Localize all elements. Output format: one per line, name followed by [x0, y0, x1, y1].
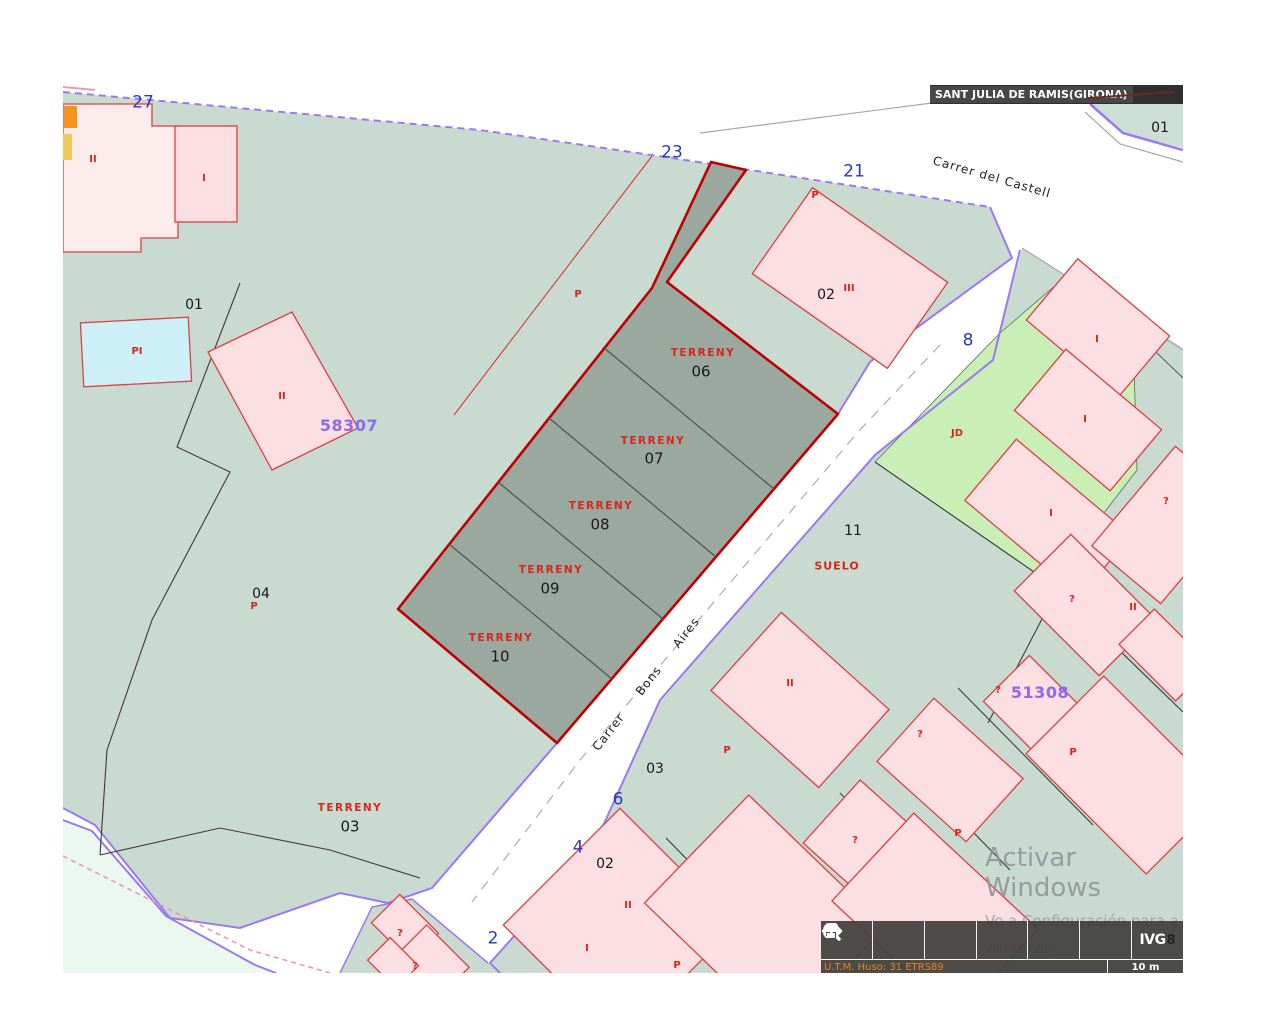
map-toolbar: PIVG8 — [821, 921, 1183, 959]
map-label: ? — [1069, 595, 1075, 605]
scale-bar: 10 m — [1107, 960, 1183, 973]
street-number-27: 27 — [132, 95, 154, 112]
map-label: II — [89, 155, 96, 165]
terreny-number-09: 09 — [540, 582, 559, 597]
municipality-header-bar: SANT JULIA DE RAMIS(GIRONA) — [930, 85, 1183, 104]
street-number-23: 23 — [661, 145, 683, 162]
map-label: JD — [951, 429, 963, 439]
map-label: II — [786, 679, 793, 689]
map-label: I — [585, 944, 589, 954]
map-label: II — [1129, 603, 1136, 613]
map-label: I — [1049, 509, 1053, 519]
terreny-label-10: TERRENY — [469, 633, 534, 644]
map-label: P — [250, 602, 257, 612]
parcel-number-02-bottom: 02 — [596, 857, 614, 871]
terreny-label-07: TERRENY — [621, 436, 686, 447]
zoom-search-button[interactable] — [873, 921, 925, 959]
map-label: I — [1095, 335, 1099, 345]
street-number-6: 6 — [613, 792, 624, 809]
map-label: ? — [397, 929, 403, 939]
map-label: P — [811, 191, 818, 201]
street-name-carrer-del-castell: Carrer del Castell — [932, 154, 1053, 199]
terreny-number-08: 08 — [590, 518, 609, 533]
terreny-number-06: 06 — [691, 365, 710, 380]
parcel-number-02-top: 02 — [817, 288, 835, 302]
map-status-bar: U.T.M. Huso: 31 ETRS89 10 m — [821, 959, 1183, 973]
map-label: II — [624, 901, 631, 911]
map-label: I — [202, 174, 206, 184]
street-number-21: 21 — [843, 164, 865, 181]
parcel-number-11: 11 — [844, 524, 862, 538]
map-label: P — [954, 829, 961, 839]
ivg-badge: 8 — [1167, 933, 1176, 948]
map-label: P — [673, 961, 680, 971]
map-label: P — [574, 290, 581, 300]
terreny-number-07: 07 — [644, 452, 663, 467]
terreny-label-03: TERRENY — [318, 803, 383, 814]
map-labels-layer: 27 23 21 8 6 4 2 58307 51308 TERRENY 06 TERRENY 07 TE… — [63, 85, 1183, 973]
map-viewport[interactable]: 27 23 21 8 6 4 2 58307 51308 TERRENY 06 TERRENY 07 TE… — [63, 85, 1183, 973]
map-label: P — [723, 746, 730, 756]
terreny-label-09: TERRENY — [519, 565, 584, 576]
ivg-button[interactable]: IVG8 — [1132, 921, 1183, 959]
map-label: PI — [131, 347, 142, 357]
scale-value: 10 m — [1132, 962, 1160, 973]
layers-button[interactable] — [925, 921, 977, 959]
terreny-number-03: 03 — [340, 820, 359, 835]
utm-projection-label: U.T.M. Huso: 31 ETRS89 — [824, 962, 1107, 973]
street-name-carrer-bons-aires: Carrer Bons Aires — [590, 615, 701, 753]
map-label: ? — [1163, 497, 1169, 507]
print-button[interactable] — [1028, 921, 1080, 959]
street-view-button[interactable]: P — [1080, 921, 1132, 959]
map-label: I — [1083, 415, 1087, 425]
ivg-label: IVG — [1140, 932, 1166, 948]
map-label: III — [843, 284, 854, 294]
parcel-number-04: 04 — [252, 587, 270, 601]
parcel-id-51308: 51308 — [1011, 685, 1069, 701]
street-number-2: 2 — [488, 931, 499, 948]
map-label: P — [1069, 748, 1076, 758]
suelo-label: SUELO — [814, 561, 859, 572]
terreny-label-08: TERRENY — [569, 501, 634, 512]
parcel-number-01-left: 01 — [185, 298, 203, 312]
map-label: ? — [995, 686, 1001, 696]
parcel-number-01-topright: 01 — [1151, 121, 1169, 135]
catastro-map-app: 27 23 21 8 6 4 2 58307 51308 TERRENY 06 TERRENY 07 TE… — [0, 0, 1280, 1024]
street-number-8: 8 — [963, 333, 974, 350]
parcel-id-58307: 58307 — [320, 418, 378, 434]
map-label: II — [278, 392, 285, 402]
street-number-4: 4 — [573, 840, 584, 857]
map-label: ? — [412, 962, 418, 972]
municipality-name: SANT JULIA DE RAMIS(GIRONA) — [930, 86, 1133, 103]
terreny-label-06: TERRENY — [671, 348, 736, 359]
map-label: ? — [852, 836, 858, 846]
map-label: ? — [917, 730, 923, 740]
measure-button[interactable] — [977, 921, 1029, 959]
parcel-number-03-right: 03 — [646, 762, 664, 776]
terreny-number-10: 10 — [490, 650, 509, 665]
